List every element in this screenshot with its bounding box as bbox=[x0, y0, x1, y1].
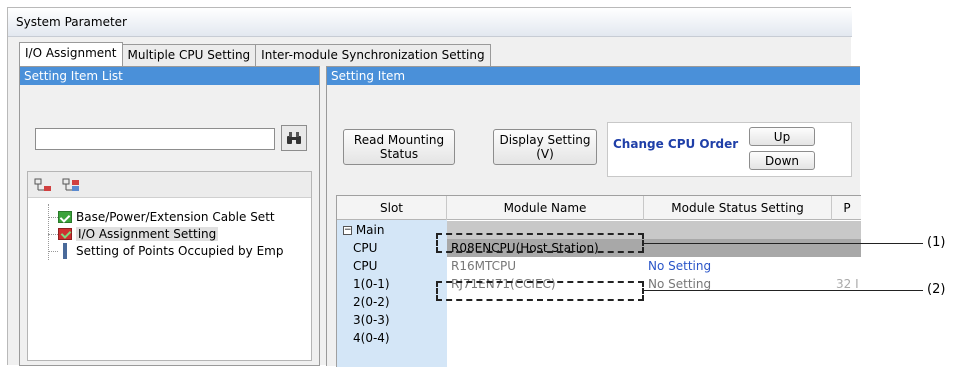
tree-item-label: I/O Assignment Setting bbox=[76, 227, 219, 241]
binoculars-icon bbox=[287, 132, 301, 144]
cpu-order-down-button[interactable]: Down bbox=[749, 151, 815, 170]
column-header-p[interactable]: P bbox=[832, 196, 861, 220]
button-label-line1: Read Mounting bbox=[353, 133, 445, 147]
change-cpu-order-group: Change CPU Order Up Down bbox=[607, 122, 852, 177]
tree-item-label: Setting of Points Occupied by Emp bbox=[76, 244, 284, 258]
setting-tree: Base/Power/Extension Cable Sett I/O Assi… bbox=[27, 171, 312, 361]
setting-item-list-header: Setting Item List bbox=[20, 67, 319, 85]
column-header-module-status[interactable]: Module Status Setting bbox=[644, 196, 832, 220]
table-row[interactable]: 4(0-4) bbox=[337, 329, 861, 347]
callout-leader-2 bbox=[644, 290, 923, 291]
check-icon bbox=[58, 211, 72, 223]
callout-label-1: (1) bbox=[927, 235, 946, 250]
tab-inter-module-sync-setting[interactable]: Inter-module Synchronization Setting bbox=[255, 44, 491, 66]
expand-all-icon[interactable] bbox=[34, 178, 52, 192]
title-bar: System Parameter bbox=[8, 8, 852, 37]
display-setting-button[interactable]: Display Setting (V) bbox=[493, 129, 597, 165]
setting-item-pane: Setting Item Read Mounting Status Displa… bbox=[326, 66, 861, 367]
grid-header: Slot Module Name Module Status Setting P bbox=[337, 196, 861, 220]
slot-cell: 2(0-2) bbox=[353, 295, 390, 309]
check-error-icon bbox=[58, 228, 72, 240]
callout-box-2 bbox=[436, 281, 644, 301]
setting-item-list-pane: Setting Item List Base/Power/Extension C… bbox=[19, 66, 320, 366]
slot-cell: 1(0-1) bbox=[353, 277, 390, 291]
module-status-cell[interactable]: No Setting bbox=[644, 257, 832, 275]
tab-multiple-cpu-setting[interactable]: Multiple CPU Setting bbox=[121, 44, 257, 66]
group-toggle[interactable]: − Main bbox=[339, 221, 447, 239]
collapse-all-icon[interactable] bbox=[62, 178, 80, 192]
search-button[interactable] bbox=[281, 125, 307, 151]
tab-strip: I/O Assignment Multiple CPU Setting Inte… bbox=[19, 42, 491, 66]
tree-item-points-occupied[interactable]: Setting of Points Occupied by Emp bbox=[58, 243, 283, 259]
tree-item-label: Base/Power/Extension Cable Sett bbox=[76, 210, 275, 224]
bar-icon bbox=[63, 243, 67, 259]
tree-connector bbox=[48, 217, 58, 218]
read-mounting-status-button[interactable]: Read Mounting Status bbox=[343, 129, 455, 165]
module-name-cell[interactable]: R16MTCPU bbox=[447, 257, 644, 275]
column-header-slot[interactable]: Slot bbox=[337, 196, 447, 220]
callout-label-2: (2) bbox=[927, 282, 946, 297]
slot-cell: CPU bbox=[353, 259, 378, 273]
tree-toolbar bbox=[28, 172, 311, 198]
cpu-order-up-button[interactable]: Up bbox=[749, 127, 815, 146]
setting-item-header: Setting Item bbox=[327, 67, 860, 85]
button-label-line2: Status bbox=[379, 147, 419, 161]
tab-io-assignment[interactable]: I/O Assignment bbox=[19, 42, 123, 66]
group-label: Main bbox=[355, 223, 385, 237]
column-header-module-name[interactable]: Module Name bbox=[447, 196, 644, 220]
search-input[interactable] bbox=[35, 128, 275, 150]
button-label-line1: Display Setting bbox=[499, 133, 591, 147]
change-cpu-order-label: Change CPU Order bbox=[613, 137, 739, 151]
tree-connector bbox=[48, 251, 58, 252]
slot-cell: CPU bbox=[353, 241, 378, 255]
system-parameter-window: System Parameter I/O Assignment Multiple… bbox=[7, 7, 861, 367]
table-row[interactable]: 3(0-3) bbox=[337, 311, 861, 329]
window-title: System Parameter bbox=[16, 15, 127, 29]
table-row[interactable]: CPU R16MTCPU No Setting bbox=[337, 257, 861, 275]
slot-cell: 3(0-3) bbox=[353, 313, 390, 327]
tree-connector bbox=[48, 234, 58, 235]
callout-leader-1 bbox=[644, 243, 923, 244]
slot-cell: 4(0-4) bbox=[353, 331, 390, 345]
collapse-icon[interactable]: − bbox=[343, 226, 352, 235]
callout-box-1 bbox=[436, 233, 644, 253]
button-label-line2: (V) bbox=[536, 147, 554, 161]
tree-item-io-assignment[interactable]: I/O Assignment Setting bbox=[58, 226, 219, 242]
tree-item-base-power[interactable]: Base/Power/Extension Cable Sett bbox=[58, 209, 275, 225]
